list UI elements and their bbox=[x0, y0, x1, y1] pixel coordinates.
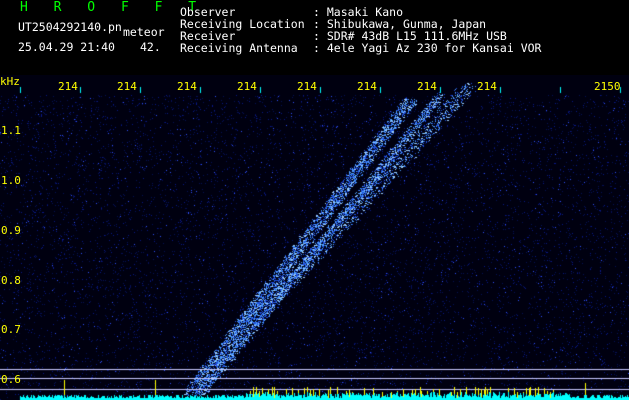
y-tick-label: 0.9 bbox=[1, 224, 21, 237]
mode-label: meteor bbox=[123, 25, 165, 39]
x-tick-label: 214 bbox=[417, 80, 437, 93]
x-tick-label: 2150 bbox=[594, 80, 621, 93]
unit-label: kHz bbox=[0, 75, 20, 88]
antenna-label: Receiving Antenna bbox=[180, 41, 298, 55]
y-tick-label: 0.8 bbox=[1, 274, 21, 287]
y-tick-label: 0.7 bbox=[1, 323, 21, 336]
spectrogram-canvas bbox=[0, 75, 629, 400]
program-name: H R O F F T bbox=[20, 0, 206, 15]
spectrogram-panel: kHz 214 214 214 214 214 214 214 214 2150… bbox=[0, 75, 629, 400]
y-tick-label: 1.0 bbox=[1, 174, 21, 187]
antenna-value: : 4ele Yagi Az 230 for Kansai VOR bbox=[313, 41, 542, 55]
x-tick-label: 214 bbox=[477, 80, 497, 93]
x-tick-label: 214 bbox=[58, 80, 78, 93]
x-tick-label: 214 bbox=[357, 80, 377, 93]
date-time: 25.04.29 21:40 bbox=[18, 40, 115, 54]
y-tick-label: 1.1 bbox=[1, 124, 21, 137]
info-header: H R O F F T UT2504292140.pn meteor 25.04… bbox=[0, 0, 629, 75]
detection-count: 42. bbox=[140, 40, 161, 54]
y-tick-label: 0.6 bbox=[1, 373, 21, 386]
x-tick-label: 214 bbox=[177, 80, 197, 93]
x-tick-label: 214 bbox=[297, 80, 317, 93]
file-name: UT2504292140.pn bbox=[18, 20, 122, 34]
x-tick-label: 214 bbox=[117, 80, 137, 93]
x-tick-label: 214 bbox=[237, 80, 257, 93]
